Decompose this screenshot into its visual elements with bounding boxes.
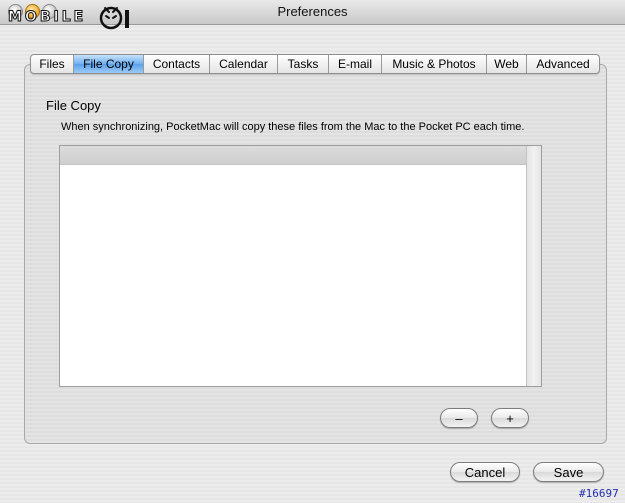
image-id-label: #16697 xyxy=(579,487,619,500)
save-button[interactable]: Save xyxy=(533,462,604,482)
tab-bar: Files File Copy Contacts Calendar Tasks … xyxy=(30,54,600,74)
tab-files[interactable]: Files xyxy=(31,55,74,73)
remove-file-button[interactable]: – xyxy=(440,408,478,428)
tab-tasks[interactable]: Tasks xyxy=(278,55,329,73)
title-bar: MOBILE Preferences xyxy=(0,0,625,30)
section-title: File Copy xyxy=(46,98,101,113)
file-list[interactable] xyxy=(59,145,542,387)
tab-email[interactable]: E-mail xyxy=(329,55,382,73)
tab-web[interactable]: Web xyxy=(487,55,527,73)
section-description: When synchronizing, PocketMac will copy … xyxy=(61,121,525,133)
tab-music-photos[interactable]: Music & Photos xyxy=(382,55,487,73)
file-list-header[interactable] xyxy=(60,146,527,165)
tab-file-copy[interactable]: File Copy xyxy=(74,55,144,73)
add-file-button[interactable]: + xyxy=(491,408,529,428)
window-title: Preferences xyxy=(277,4,348,19)
tab-advanced[interactable]: Advanced xyxy=(527,55,599,73)
file-list-scrollbar[interactable] xyxy=(526,146,541,386)
cancel-button[interactable]: Cancel xyxy=(450,462,520,482)
tab-calendar[interactable]: Calendar xyxy=(210,55,278,73)
tab-contacts[interactable]: Contacts xyxy=(144,55,210,73)
